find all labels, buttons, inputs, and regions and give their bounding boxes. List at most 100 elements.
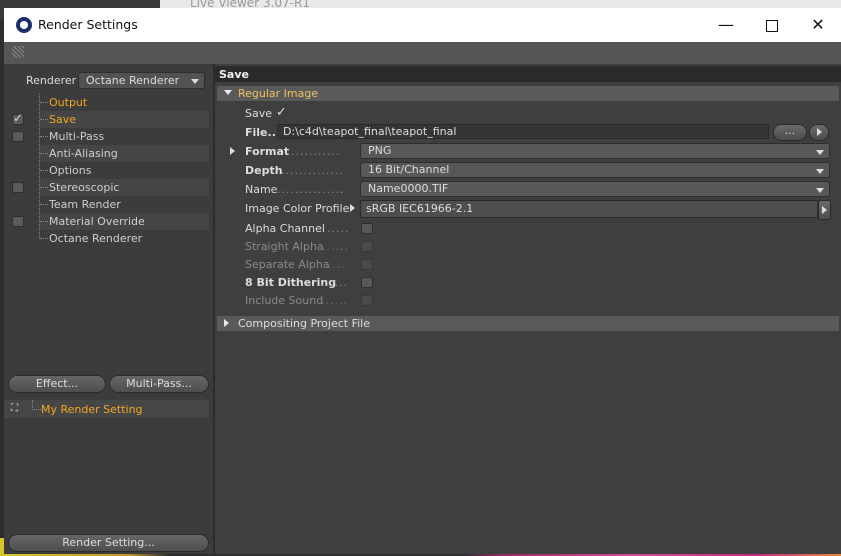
regular-image-header-label: Regular Image — [238, 87, 319, 100]
format-dropdown[interactable]: PNG — [360, 143, 830, 159]
file-path-field[interactable]: D:\c4d\teapot_final\teapot_final — [277, 124, 769, 139]
separate-alpha-row: Separate Alpha ..... — [215, 255, 841, 274]
color-profile-label: Image Color Profile — [245, 202, 350, 215]
save-checkbox[interactable]: ✓ — [276, 105, 287, 120]
maximize-button[interactable] — [749, 8, 795, 42]
chevron-down-icon — [816, 169, 824, 174]
cinema4d-app-icon — [16, 17, 32, 33]
include-sound-label: Include Sound — [245, 294, 324, 307]
straight-alpha-checkbox[interactable] — [361, 241, 373, 252]
straight-alpha-row: Straight Alpha ...... — [215, 237, 841, 256]
dithering-checkbox[interactable] — [361, 277, 373, 288]
title-bar: Render Settings — ✕ — [4, 8, 841, 42]
format-row: Format ........... PNG — [215, 142, 841, 161]
browse-button[interactable]: ... — [773, 124, 807, 141]
save-row: Save ✓ — [215, 104, 841, 123]
name-value: Name0000.TIF — [368, 182, 449, 195]
window-title: Render Settings — [38, 17, 138, 32]
file-row: File... D:\c4d\teapot_final\teapot_final… — [215, 123, 841, 142]
sidebar-item-checkbox[interactable] — [12, 182, 24, 193]
leader-dots: ............... — [277, 183, 345, 196]
format-value: PNG — [368, 144, 392, 157]
include-sound-checkbox[interactable] — [361, 295, 373, 306]
expand-right-icon — [224, 319, 229, 327]
chevron-down-icon — [816, 150, 824, 155]
file-menu-button[interactable] — [809, 124, 829, 141]
close-button[interactable]: ✕ — [795, 8, 841, 42]
sidebar-item-label: Output — [49, 96, 88, 109]
settings-panel: Save Regular Image Save ✓ File... D:\c4d… — [215, 64, 841, 554]
arrow-right-icon — [817, 128, 822, 136]
color-profile-field[interactable]: sRGB IEC61966-2.1 — [360, 200, 818, 218]
renderer-dropdown-value: Octane Renderer — [86, 74, 180, 87]
depth-row: Depth .............. 16 Bit/Channel — [215, 161, 841, 180]
include-sound-row: Include Sound ...... — [215, 291, 841, 310]
sidebar-item-label: Options — [49, 164, 92, 177]
sidebar-item-label: Octane Renderer — [49, 232, 143, 245]
sidebar-item-output[interactable]: Output — [4, 94, 209, 111]
renderer-label: Renderer — [26, 74, 77, 87]
sidebar-item-label: Material Override — [49, 215, 145, 228]
depth-label: Depth — [245, 164, 283, 177]
format-label: Format — [245, 145, 290, 158]
tree-connector — [40, 170, 48, 171]
maximize-icon — [766, 19, 778, 32]
leader-dots: ...... — [322, 240, 349, 253]
sidebar-item-save[interactable]: Save — [4, 111, 209, 128]
alpha-channel-checkbox[interactable] — [361, 223, 373, 234]
tree-connector — [40, 119, 48, 120]
renderer-dropdown[interactable]: Octane Renderer — [78, 72, 205, 89]
regular-image-section-header[interactable]: Regular Image — [217, 86, 839, 101]
sidebar-item-material-override[interactable]: Material Override — [4, 213, 209, 230]
panel-title: Save — [215, 66, 841, 82]
file-label: File... — [245, 126, 281, 139]
tree-connector — [40, 238, 48, 239]
minimize-button[interactable]: — — [703, 8, 749, 42]
save-label: Save — [245, 107, 273, 120]
sidebar-item-label: Stereoscopic — [49, 181, 120, 194]
tree-connector — [32, 400, 41, 410]
settings-sidebar: Renderer Octane Renderer Output Save Multi… — [4, 64, 215, 554]
leader-dots: ...... — [321, 294, 348, 307]
sidebar-item-multi-pass[interactable]: Multi-Pass — [4, 128, 209, 145]
separate-alpha-checkbox[interactable] — [361, 259, 373, 270]
renderer-row: Renderer Octane Renderer — [4, 72, 213, 90]
sidebar-item-team-render[interactable]: Team Render — [4, 196, 209, 213]
grip-handle-icon[interactable] — [12, 46, 24, 58]
effect-button[interactable]: Effect... — [8, 375, 106, 393]
chevron-down-icon — [816, 188, 824, 193]
sidebar-item-checkbox[interactable] — [12, 131, 24, 142]
sidebar-item-checkbox[interactable] — [12, 216, 24, 227]
toolbar — [4, 42, 841, 64]
sidebar-item-label: Save — [49, 113, 77, 126]
leader-dots: ..... — [327, 222, 350, 235]
expand-right-icon[interactable] — [230, 147, 235, 155]
sidebar-item-anti-aliasing[interactable]: Anti-Aliasing — [4, 145, 209, 162]
render-setting-item[interactable]: ⛶ My Render Setting — [4, 400, 209, 418]
separate-alpha-label: Separate Alpha — [245, 258, 330, 271]
tree-connector — [40, 102, 48, 103]
leader-dots: ..... — [323, 258, 346, 271]
expand-right-icon[interactable] — [350, 204, 355, 212]
chevron-down-icon — [191, 79, 199, 84]
sidebar-item-octane-renderer[interactable]: Octane Renderer — [4, 230, 209, 247]
dithering-row: 8 Bit Dithering ...... — [215, 273, 841, 292]
sidebar-item-stereoscopic[interactable]: Stereoscopic — [4, 179, 209, 196]
leader-dots: ........... — [291, 145, 341, 158]
sidebar-item-label: Team Render — [49, 198, 121, 211]
tree-connector — [40, 136, 48, 137]
multipass-button[interactable]: Multi-Pass... — [109, 375, 209, 393]
render-settings-window: Render Settings — ✕ Renderer Octane Rend… — [4, 8, 841, 554]
arrow-right-icon — [822, 206, 827, 214]
sidebar-item-checkbox[interactable] — [12, 111, 24, 125]
sidebar-item-options[interactable]: Options — [4, 162, 209, 179]
depth-dropdown[interactable]: 16 Bit/Channel — [360, 162, 830, 178]
color-profile-menu-button[interactable] — [818, 200, 831, 220]
tree-connector — [40, 204, 48, 205]
name-label: Name — [245, 183, 278, 196]
tree-connector — [40, 187, 48, 188]
leader-dots: .............. — [281, 164, 344, 177]
name-dropdown[interactable]: Name0000.TIF — [360, 181, 830, 197]
compositing-section-header[interactable]: Compositing Project File — [217, 316, 839, 331]
render-setting-button[interactable]: Render Setting... — [8, 534, 209, 552]
